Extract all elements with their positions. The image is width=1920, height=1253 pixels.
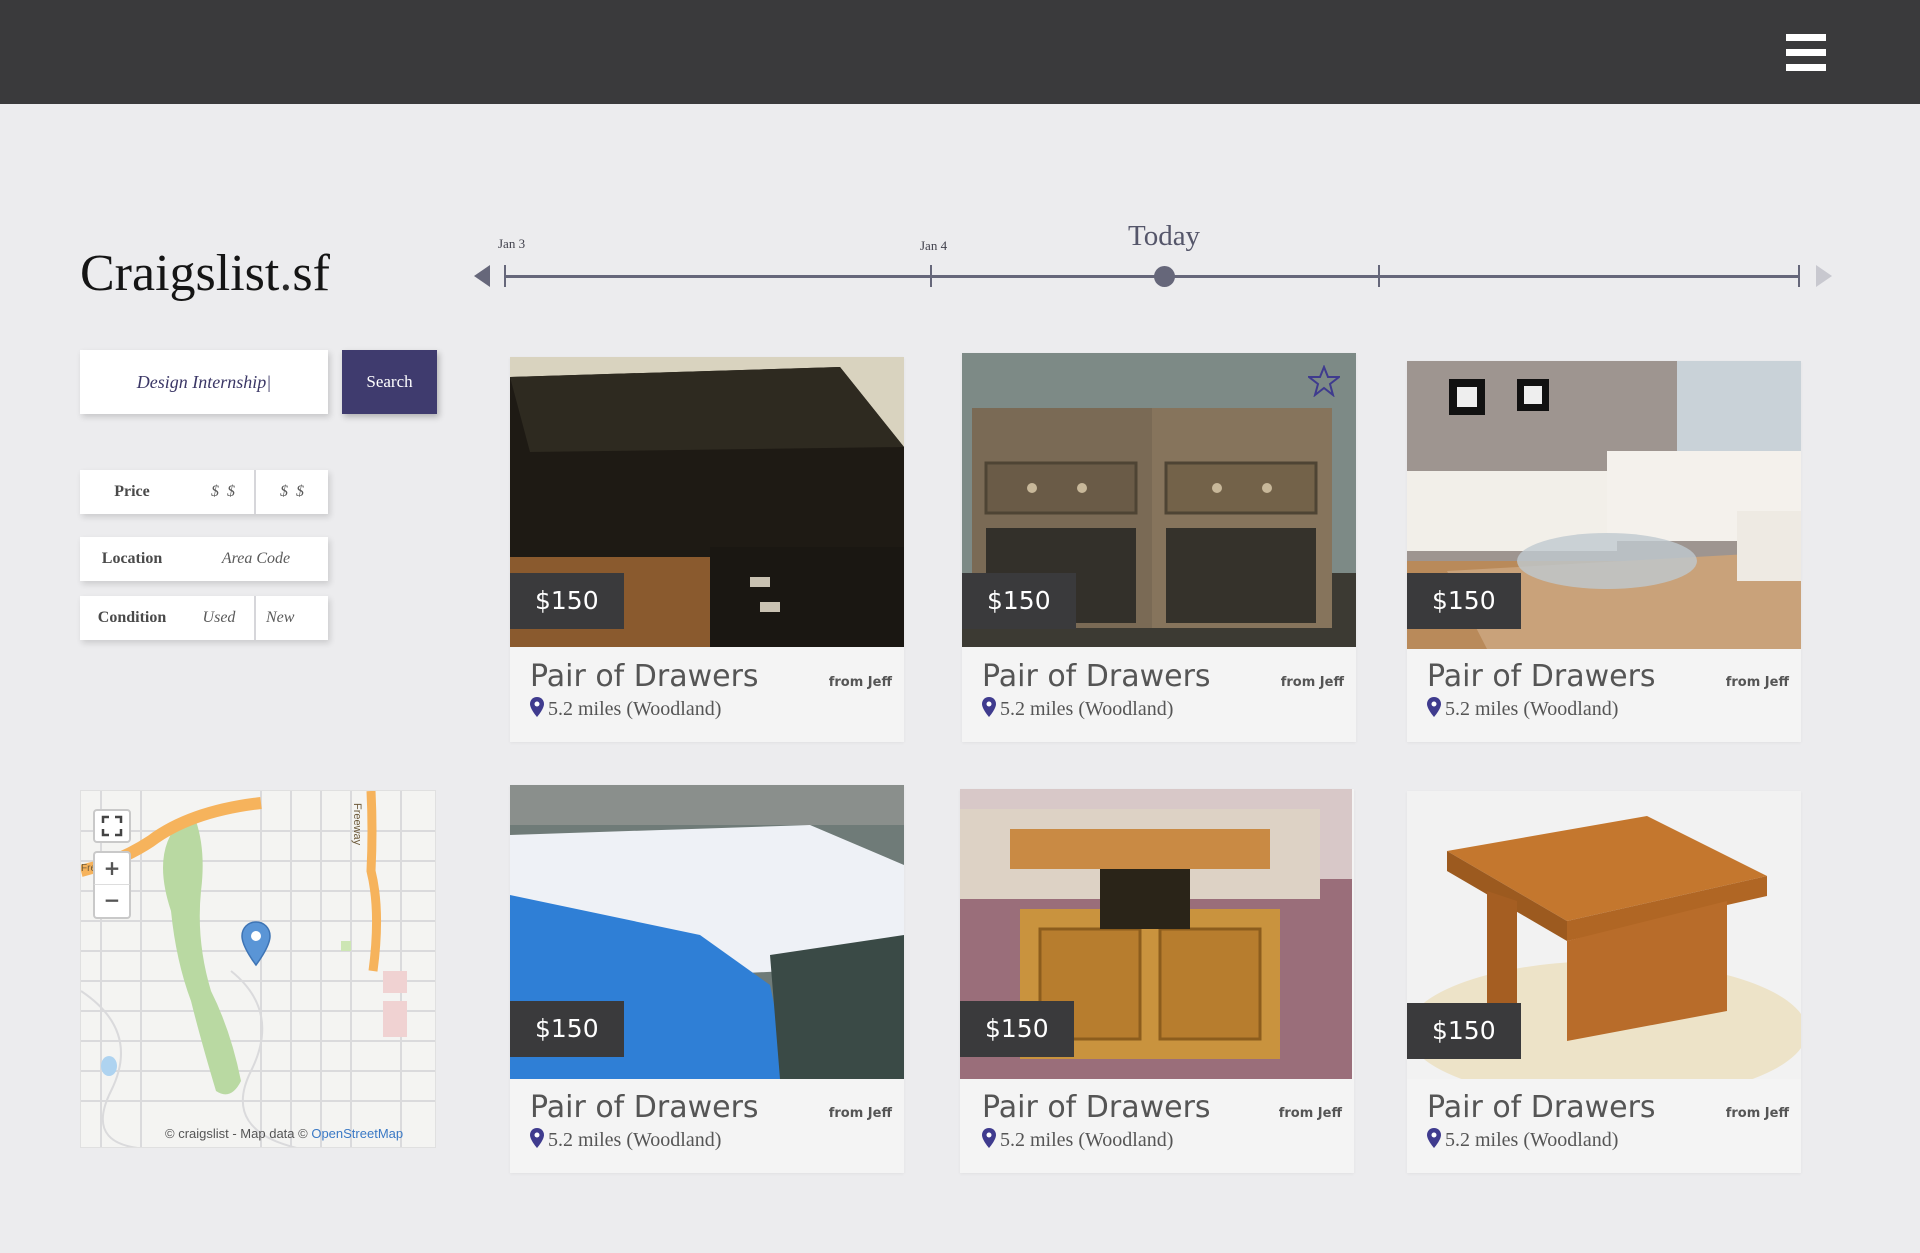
search-input[interactable] xyxy=(80,350,328,414)
location-pin-icon xyxy=(530,1128,544,1148)
condition-used-option[interactable]: Used xyxy=(184,596,254,640)
price-tag: $150 xyxy=(1407,573,1521,629)
location-pin-icon xyxy=(1427,1128,1441,1148)
openstreetmap-link[interactable]: OpenStreetMap xyxy=(311,1126,403,1141)
map-zoom-in-button[interactable]: + xyxy=(93,851,131,885)
location-pin-icon xyxy=(1427,697,1441,717)
price-tag: $150 xyxy=(1407,1003,1521,1059)
map-location-pin-icon[interactable] xyxy=(241,921,271,967)
listing-distance: 5.2 miles (Woodland) xyxy=(1427,1128,1618,1152)
timeline-tick xyxy=(930,265,932,287)
favorite-star-icon[interactable] xyxy=(1308,365,1340,397)
timeline-track[interactable] xyxy=(504,275,1798,278)
timeline-label-jan3: Jan 3 xyxy=(498,236,526,251)
listing-seller: from Jeff xyxy=(828,675,892,690)
map-fullscreen-button[interactable] xyxy=(93,809,131,843)
search-button[interactable]: Search xyxy=(342,350,437,414)
price-min-field[interactable]: $ $ xyxy=(184,470,254,514)
area-code-field[interactable]: Area Code xyxy=(184,537,328,581)
map-zoom-out-button[interactable]: − xyxy=(93,885,131,919)
location-pin-icon xyxy=(982,1128,996,1148)
map-road-label: Freeway xyxy=(351,803,363,846)
listing-seller: from Jeff xyxy=(1725,675,1789,690)
listing-card[interactable]: $150 Pair of Drawers from Jeff 5.2 miles… xyxy=(962,353,1356,742)
price-tag: $150 xyxy=(510,573,624,629)
listing-distance: 5.2 miles (Woodland) xyxy=(530,1128,721,1152)
listing-title[interactable]: Pair of Drawers xyxy=(982,1090,1211,1125)
location-label: Location xyxy=(101,550,163,567)
price-tag: $150 xyxy=(510,1001,624,1057)
timeline-prev-arrow-icon[interactable] xyxy=(474,265,490,287)
price-label: Price xyxy=(114,483,150,500)
timeline-tick xyxy=(504,265,506,287)
fullscreen-icon xyxy=(101,815,123,837)
site-logo[interactable]: Craigslist.sf xyxy=(80,244,330,303)
listing-title[interactable]: Pair of Drawers xyxy=(1427,659,1656,694)
listing-title[interactable]: Pair of Drawers xyxy=(530,1090,759,1125)
timeline-next-arrow-icon[interactable] xyxy=(1816,265,1832,287)
map-attribution: © craigslist - Map data © OpenStreetMap xyxy=(165,1126,404,1141)
listing-title[interactable]: Pair of Drawers xyxy=(1427,1090,1656,1125)
listing-seller: from Jeff xyxy=(1278,1106,1342,1121)
listing-distance: 5.2 miles (Woodland) xyxy=(530,697,721,721)
hamburger-menu-icon[interactable] xyxy=(1786,34,1826,72)
location-filter: Location Area Code xyxy=(80,537,328,581)
price-filter: Price $ $ $ $ xyxy=(80,470,328,514)
location-pin-icon xyxy=(982,697,996,717)
listing-seller: from Jeff xyxy=(1280,675,1344,690)
listing-seller: from Jeff xyxy=(1725,1106,1789,1121)
timeline-handle[interactable] xyxy=(1154,266,1175,287)
timeline-label-jan4: Jan 4 xyxy=(920,238,948,253)
listing-distance: 5.2 miles (Woodland) xyxy=(982,697,1173,721)
listing-card[interactable]: $150 Pair of Drawers from Jeff 5.2 miles… xyxy=(1407,361,1801,742)
listing-card[interactable]: $150 Pair of Drawers from Jeff 5.2 miles… xyxy=(510,357,904,742)
location-map[interactable]: Freeway Fre + − © craigslist - Map data … xyxy=(80,790,436,1148)
listing-title[interactable]: Pair of Drawers xyxy=(530,659,759,694)
top-bar xyxy=(0,0,1920,104)
date-timeline: Jan 3 Jan 4 Today xyxy=(474,220,1836,300)
listing-card[interactable]: $150 Pair of Drawers from Jeff 5.2 miles… xyxy=(960,789,1354,1173)
price-tag: $150 xyxy=(960,1001,1074,1057)
condition-filter: Condition Used New xyxy=(80,596,328,640)
listing-title[interactable]: Pair of Drawers xyxy=(982,659,1211,694)
price-tag: $150 xyxy=(962,573,1076,629)
condition-new-option[interactable]: New xyxy=(256,596,328,640)
timeline-label-today: Today xyxy=(1128,220,1201,252)
condition-label: Condition xyxy=(97,609,167,626)
price-max-field[interactable]: $ $ xyxy=(256,470,328,514)
listing-card[interactable]: $150 Pair of Drawers from Jeff 5.2 miles… xyxy=(510,785,904,1173)
location-pin-icon xyxy=(530,697,544,717)
timeline-tick xyxy=(1798,265,1800,287)
timeline-tick xyxy=(1378,265,1380,287)
listing-seller: from Jeff xyxy=(828,1106,892,1121)
listing-distance: 5.2 miles (Woodland) xyxy=(982,1128,1173,1152)
listing-card[interactable]: $150 Pair of Drawers from Jeff 5.2 miles… xyxy=(1407,791,1801,1173)
map-tiles[interactable] xyxy=(81,791,436,1148)
listing-distance: 5.2 miles (Woodland) xyxy=(1427,697,1618,721)
